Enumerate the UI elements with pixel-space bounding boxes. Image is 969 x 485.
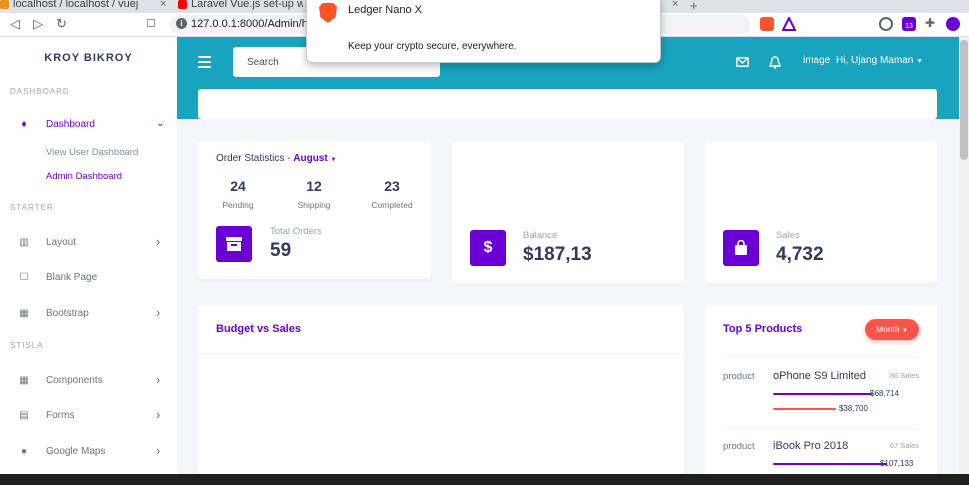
archive-icon bbox=[216, 226, 252, 262]
caret-down-icon: ▼ bbox=[916, 58, 924, 65]
chevron-right-icon: › bbox=[156, 305, 161, 320]
sidebar-item-bootstrap[interactable]: ▦ Bootstrap › bbox=[0, 299, 177, 329]
completed-label: Completed bbox=[371, 200, 413, 210]
sidebar-item-google-maps[interactable]: ● Google Maps › bbox=[0, 437, 177, 467]
chevron-right-icon: › bbox=[156, 443, 161, 458]
avatar: image bbox=[803, 55, 831, 66]
file-icon: ▤ bbox=[19, 410, 29, 421]
sidebar-item-blank-page[interactable]: ☐ Blank Page bbox=[0, 263, 177, 293]
grid-icon: ▦ bbox=[19, 308, 29, 319]
bell-icon[interactable] bbox=[769, 56, 781, 69]
menu-header: STARTER bbox=[10, 203, 54, 212]
revenue-bar bbox=[773, 463, 887, 465]
extensions-puzzle-icon[interactable]: ✚ bbox=[925, 16, 935, 30]
envelope-icon[interactable] bbox=[736, 57, 749, 67]
profile-avatar[interactable] bbox=[946, 17, 960, 31]
cost-bar bbox=[773, 408, 836, 410]
extension-icon[interactable] bbox=[879, 17, 893, 31]
product-sales-count: 67 Sales bbox=[889, 441, 919, 450]
sidebar-subitem-admin-dashboard[interactable]: Admin Dashboard bbox=[46, 171, 122, 182]
menu-header: STISLA bbox=[10, 341, 44, 350]
balance-value: $187,13 bbox=[523, 244, 592, 265]
os-taskbar bbox=[0, 474, 969, 485]
fire-icon: ♦ bbox=[21, 119, 27, 130]
browser-tab[interactable]: Laravel Vue.js set-up w bbox=[178, 0, 303, 13]
product-image: product bbox=[723, 441, 755, 452]
browser-tab[interactable]: localhost / localhost / vuej bbox=[0, 0, 166, 13]
back-icon[interactable]: ◁ bbox=[10, 16, 20, 32]
notification-title: Ledger Nano X bbox=[348, 4, 422, 16]
sidebar-item-layout[interactable]: ▥ Layout › bbox=[0, 228, 177, 258]
notification-body: Keep your crypto secure, everywhere. bbox=[348, 41, 517, 52]
cost-value: $38,700 bbox=[839, 404, 868, 413]
hamburger-menu-icon[interactable] bbox=[198, 56, 212, 68]
square-icon: ☐ bbox=[19, 272, 29, 283]
revenue-bar bbox=[773, 393, 872, 395]
top-products-title: Top 5 Products bbox=[723, 323, 803, 335]
chevron-right-icon: › bbox=[156, 234, 161, 249]
brand-logo[interactable]: KROY BIKROY bbox=[0, 52, 177, 64]
user-dropdown[interactable]: image Hi, Ujang Maman ▼ bbox=[803, 55, 923, 66]
caret-down-icon: ▼ bbox=[330, 157, 337, 163]
sidebar-item-components[interactable]: ▦ Components › bbox=[0, 366, 177, 396]
total-orders-label: Total Orders bbox=[270, 226, 322, 237]
chevron-right-icon: › bbox=[156, 407, 161, 422]
card-divider bbox=[198, 353, 684, 354]
new-tab-icon[interactable]: + bbox=[690, 0, 698, 13]
shipping-label: Shipping bbox=[297, 200, 331, 210]
shipping-count: 12 bbox=[306, 178, 322, 194]
brave-lion-icon bbox=[319, 3, 337, 23]
sidebar-item-dashboard[interactable]: ♦ Dashboard ⌄ bbox=[0, 110, 177, 140]
sidebar-subitem-user-dashboard[interactable]: View User Dashboard bbox=[46, 147, 138, 158]
brave-shields-icon[interactable] bbox=[760, 17, 774, 31]
shopping-bag-icon bbox=[723, 230, 759, 266]
completed-count: 23 bbox=[384, 178, 400, 194]
balance-label: Balance bbox=[523, 230, 558, 241]
product-image: product bbox=[723, 371, 755, 382]
wallet-extension-icon[interactable]: 13 bbox=[902, 17, 916, 31]
close-tab-icon[interactable]: × bbox=[672, 0, 678, 10]
budget-vs-sales-title: Budget vs Sales bbox=[216, 323, 301, 335]
columns-icon: ▥ bbox=[19, 237, 29, 248]
brave-rewards-icon[interactable] bbox=[782, 17, 796, 31]
pending-count: 24 bbox=[230, 178, 246, 194]
month-dropdown[interactable]: August ▼ bbox=[293, 153, 336, 164]
caret-down-icon: ▼ bbox=[902, 328, 908, 334]
product-name: iBook Pro 2018 bbox=[773, 440, 849, 452]
menu-header: DASHBOARD bbox=[10, 87, 70, 96]
youtube-icon bbox=[178, 0, 187, 9]
section-header bbox=[198, 89, 937, 119]
notification-popup[interactable]: Ledger Nano X Keep your crypto secure, e… bbox=[306, 0, 661, 63]
month-filter-button[interactable]: Month ▼ bbox=[865, 319, 919, 340]
chevron-down-icon: ⌄ bbox=[156, 118, 165, 129]
list-divider bbox=[723, 428, 919, 429]
close-tab-icon[interactable]: × bbox=[160, 0, 166, 10]
reload-icon[interactable]: ↻ bbox=[56, 16, 67, 32]
sales-label: Sales bbox=[776, 230, 800, 241]
sidebar: KROY BIKROY DASHBOARD ♦ Dashboard ⌄ View… bbox=[0, 37, 177, 485]
card-divider bbox=[723, 356, 919, 357]
user-greeting: Hi, Ujang Maman bbox=[836, 55, 914, 66]
dollar-icon: $ bbox=[470, 230, 506, 266]
product-sales-count: 86 Sales bbox=[889, 371, 919, 380]
chevron-right-icon: › bbox=[156, 372, 161, 387]
bookmark-icon[interactable]: ☐ bbox=[146, 17, 156, 30]
site-info-icon[interactable]: i bbox=[176, 18, 187, 29]
phpmyadmin-icon bbox=[0, 0, 9, 9]
product-name: oPhone S9 Limited bbox=[773, 370, 866, 382]
pending-label: Pending bbox=[222, 200, 254, 210]
total-orders-value: 59 bbox=[270, 240, 292, 261]
sales-value: 4,732 bbox=[776, 244, 824, 265]
order-statistics-title: Order Statistics - August ▼ bbox=[216, 153, 337, 164]
forward-icon[interactable]: ▷ bbox=[33, 16, 43, 32]
th-large-icon: ▦ bbox=[19, 375, 29, 386]
revenue-value: $68,714 bbox=[870, 389, 899, 398]
map-marker-icon: ● bbox=[20, 446, 28, 457]
revenue-value: $107,133 bbox=[880, 459, 914, 468]
scrollbar-thumb[interactable] bbox=[960, 40, 968, 160]
sidebar-item-forms[interactable]: ▤ Forms › bbox=[0, 401, 177, 431]
